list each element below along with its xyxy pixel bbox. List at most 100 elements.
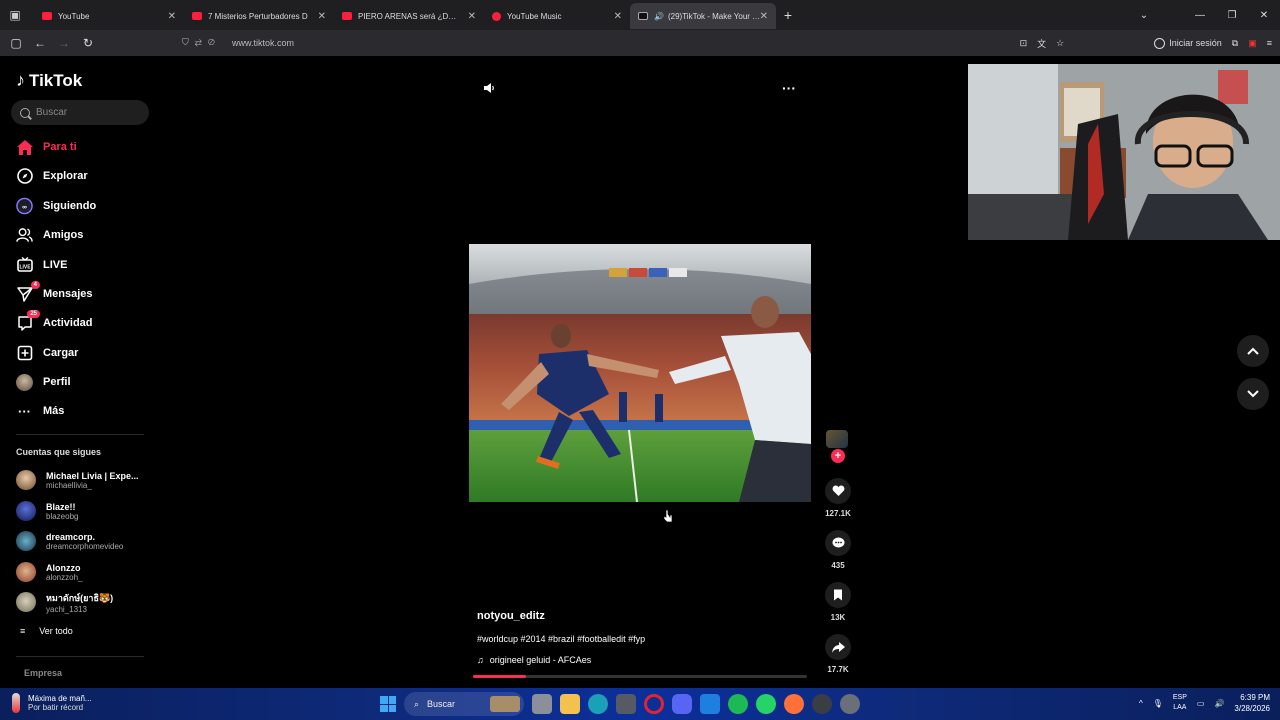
more-icon: ··· — [18, 403, 31, 419]
app-icon[interactable] — [700, 694, 720, 714]
nav-mensajes[interactable]: 4 Mensajes — [16, 280, 93, 305]
store-icon[interactable] — [616, 694, 636, 714]
messages-badge: 4 — [30, 280, 40, 289]
tab-misterios[interactable]: 7 Misterios Perturbadores D ✕ — [184, 3, 334, 29]
save-button[interactable]: 13K — [823, 582, 853, 622]
nav-para-ti[interactable]: Para ti — [16, 136, 77, 158]
discord-icon[interactable] — [672, 694, 692, 714]
volume-icon[interactable] — [483, 82, 495, 97]
see-all-button[interactable]: ≡ Ver todo — [20, 626, 73, 636]
extension-icon[interactable]: ▣ — [1248, 38, 1257, 49]
opera-icon[interactable] — [644, 694, 664, 714]
following-account[interactable]: Alonzzo alonzzoh_ — [16, 560, 151, 584]
close-icon[interactable]: ✕ — [614, 11, 622, 22]
video-caption[interactable]: #worldcup #2014 #brazil #footballedit #f… — [477, 634, 645, 644]
avatar — [16, 470, 36, 490]
windows-start-icon[interactable] — [380, 696, 396, 712]
tab-piero-arenas[interactable]: PIERO ARENAS será ¿DENU ✕ — [334, 3, 484, 29]
footer-empresa-link[interactable]: Empresa — [24, 668, 62, 678]
signin-button[interactable]: Iniciar sesión — [1154, 37, 1222, 49]
tab-youtube-music[interactable]: YouTube Music ✕ — [484, 3, 630, 29]
comment-icon — [825, 530, 851, 556]
video-progress-bar[interactable] — [473, 675, 807, 678]
file-explorer-icon[interactable] — [560, 694, 580, 714]
share-button[interactable]: 17.7K — [823, 634, 853, 674]
comment-button[interactable]: 435 — [823, 530, 853, 570]
steam-icon[interactable] — [812, 694, 832, 714]
whatsapp-icon[interactable] — [756, 694, 776, 714]
creator-avatar[interactable] — [826, 430, 848, 448]
microphone-icon[interactable]: 🎙 — [1153, 699, 1163, 708]
tab-youtube[interactable]: YouTube ✕ — [34, 3, 184, 29]
back-button[interactable]: ← — [28, 36, 52, 50]
site-info-icons[interactable]: ⛉⇄⊘ — [182, 37, 221, 48]
next-video-button[interactable] — [1237, 378, 1269, 410]
taskbar-apps: ⌕ Buscar — [380, 692, 860, 716]
spotify-icon[interactable] — [728, 694, 748, 714]
following-account[interactable]: Michael Livia | Expe... michaellivia_ — [16, 468, 151, 492]
nav-mas[interactable]: ··· Más — [16, 400, 64, 422]
sidebar-toggle-icon[interactable]: ▢ — [4, 36, 28, 50]
previous-video-button[interactable] — [1237, 335, 1269, 367]
forward-button[interactable]: → — [52, 36, 76, 50]
video-username[interactable]: notyou_editz — [477, 610, 545, 622]
follow-creator-button[interactable]: + — [831, 449, 845, 463]
tray-chevron-icon[interactable]: ^ — [1139, 699, 1143, 708]
video-player[interactable] — [469, 244, 811, 502]
youtube-music-icon — [492, 11, 501, 21]
search-box[interactable] — [11, 100, 149, 125]
more-options-icon[interactable]: ··· — [782, 80, 796, 96]
bookmark-star-icon[interactable]: ☆ — [1056, 38, 1064, 49]
weather-widget[interactable]: Máxima de mañ... Por batir récord — [12, 693, 92, 713]
nav-perfil[interactable]: Perfil — [16, 371, 71, 393]
edge-icon[interactable] — [588, 694, 608, 714]
tiktok-icon — [638, 12, 648, 20]
search-input[interactable] — [36, 107, 136, 118]
nav-actividad[interactable]: 25 Actividad — [16, 309, 93, 334]
nav-siguiendo[interactable]: ∞ Siguiendo — [16, 195, 96, 217]
nav-explorar[interactable]: Explorar — [16, 165, 88, 187]
close-icon[interactable]: ✕ — [760, 11, 768, 22]
extensions-icon[interactable]: ⧉ — [1232, 38, 1238, 49]
avatar — [16, 531, 36, 551]
clock[interactable]: 6:39 PM 3/28/2026 — [1234, 692, 1270, 714]
navbar-actions: ⊡ 文 ☆ Iniciar sesión ⧉ ▣ ≡ — [1020, 30, 1272, 56]
following-account[interactable]: Blaze!! blazeobg — [16, 499, 151, 523]
live-icon: LIVE — [16, 257, 33, 274]
close-icon[interactable]: ✕ — [318, 11, 326, 22]
task-view-icon[interactable] — [532, 694, 552, 714]
friends-icon — [16, 227, 33, 244]
menu-icon[interactable]: ≡ — [1267, 38, 1272, 48]
url-field[interactable]: www.tiktok.com — [232, 38, 294, 48]
following-account[interactable]: หมาดักษ์(ยาธิ🐯) yachi_1313 — [16, 590, 151, 614]
mouse-cursor — [663, 509, 673, 523]
maximize-button[interactable]: ❐ — [1216, 10, 1248, 21]
close-icon[interactable]: ✕ — [168, 11, 176, 22]
tab-list-chevron-icon[interactable]: ⌄ — [1128, 10, 1160, 21]
new-tab-button[interactable]: + — [776, 7, 800, 23]
install-app-icon[interactable]: ⊡ — [1020, 38, 1028, 49]
nav-live[interactable]: LIVE LIVE — [16, 254, 67, 276]
reload-button[interactable]: ↻ — [76, 36, 100, 50]
language-indicator[interactable]: ESP LAA — [1173, 693, 1187, 713]
firefox-icon[interactable] — [784, 694, 804, 714]
close-icon[interactable]: ✕ — [468, 11, 476, 22]
following-account[interactable]: dreamcorp. dreamcorphomevideo — [16, 529, 151, 553]
like-button[interactable]: 127.1K — [823, 478, 853, 518]
account-icon — [1154, 37, 1166, 49]
tiktok-logo[interactable]: ♪ TikTok — [16, 70, 82, 91]
nav-cargar[interactable]: Cargar — [16, 342, 78, 364]
nav-amigos[interactable]: Amigos — [16, 224, 83, 246]
app-icon[interactable] — [840, 694, 860, 714]
taskbar-search[interactable]: ⌕ Buscar — [404, 692, 524, 716]
volume-tray-icon[interactable]: 🔊 — [1214, 699, 1224, 708]
tiktok-note-icon: ♪ — [16, 70, 25, 90]
tab-tiktok[interactable]: 🔊 (29)TikTok - Make Your Day ✕ — [630, 3, 776, 29]
video-sound[interactable]: ♫ origineel geluid - AFCAes — [477, 655, 591, 665]
messages-icon: 4 — [16, 280, 40, 303]
workspaces-icon[interactable]: ▣ — [0, 0, 30, 30]
translate-icon[interactable]: 文 — [1037, 37, 1046, 50]
minimize-button[interactable]: — — [1184, 10, 1216, 21]
network-icon[interactable]: ▭ — [1197, 699, 1205, 708]
close-window-button[interactable]: ✕ — [1248, 10, 1280, 21]
